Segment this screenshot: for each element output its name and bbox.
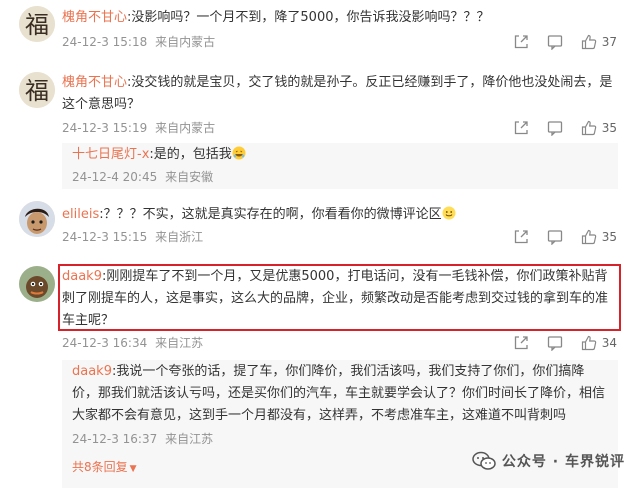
avatar-glyph: 福 [25, 77, 49, 105]
caret-down-icon: ▼ [129, 464, 137, 474]
comment-icon[interactable] [547, 335, 563, 351]
like-count: 37 [601, 35, 617, 49]
grinning-emoji-icon [442, 206, 456, 220]
avatar[interactable]: 福 [19, 6, 55, 42]
reply-block: 十七日尾灯-x:是的，包括我 24-12-4 20:45 来自安徽 [62, 143, 618, 189]
share-icon[interactable] [513, 34, 529, 50]
share-icon[interactable] [513, 229, 529, 245]
comment-meta: 24-12-3 16:34 来自江苏 [62, 335, 203, 351]
comment-time: 24-12-3 15:15 [62, 230, 148, 244]
reply-location: 来自江苏 [165, 432, 214, 446]
reply-username[interactable]: daak9 [72, 364, 112, 379]
comment-text: elileis:？？？不实，这就是真实存在的啊，你看看你的微博评论区 [62, 204, 617, 226]
comment-username[interactable]: elileis [62, 207, 99, 222]
watermark: 公众号 · 车界锐评 [472, 451, 625, 471]
like-icon[interactable] [581, 229, 597, 245]
comment-username[interactable]: 槐角不甘心 [62, 75, 127, 90]
share-icon[interactable] [513, 120, 529, 136]
reply-content: :我说一个夸张的话，提了车，你们降价，我们活该吗，我们支持了你们，你们搞降价，那… [72, 364, 606, 423]
comment-meta: 24-12-3 15:19 来自内蒙古 [62, 120, 215, 136]
comment-meta: 24-12-3 15:18 来自内蒙古 [62, 34, 215, 50]
avatar[interactable]: 福 [19, 72, 55, 108]
avatar-glyph: 福 [25, 11, 49, 39]
comment-location: 来自内蒙古 [155, 121, 216, 135]
like-count: 35 [601, 121, 617, 135]
reply-content: :是的，包括我 [149, 147, 232, 162]
comment-content: :没影响吗？一个月不到，降了5000，你告诉我没影响吗？？？ [127, 10, 490, 25]
share-icon[interactable] [513, 335, 529, 351]
avatar[interactable] [19, 201, 55, 237]
comment-text: 槐角不甘心:没影响吗？一个月不到，降了5000，你告诉我没影响吗？？？ [62, 7, 617, 29]
comment-content: :？？？不实，这就是真实存在的啊，你看看你的微博评论区 [99, 207, 442, 222]
comment-icon[interactable] [547, 229, 563, 245]
comment-text: 槐角不甘心:没交钱的就是宝贝，交了钱的就是孙子。反正已经赚到手了，降价他也没处闹… [62, 72, 617, 116]
laughing-emoji-icon [232, 146, 246, 160]
comment-time: 24-12-3 15:19 [62, 121, 148, 135]
like-icon[interactable] [581, 120, 597, 136]
comment-icon[interactable] [547, 34, 563, 50]
comment-actions: 37 [495, 33, 617, 51]
highlight-box [58, 264, 621, 331]
more-replies-link[interactable]: 共8条回复 ▼ [72, 459, 137, 477]
comment-username[interactable]: 槐角不甘心 [62, 10, 127, 25]
reply-username[interactable]: 十七日尾灯-x [72, 147, 149, 162]
comment-time: 24-12-3 15:18 [62, 35, 148, 49]
comment-actions: 34 [495, 334, 617, 352]
watermark-text: 公众号 · 车界锐评 [501, 454, 625, 470]
reply-text: daak9:我说一个夸张的话，提了车，你们降价，我们活该吗，我们支持了你们，你们… [72, 361, 610, 427]
comment-actions: 35 [495, 228, 617, 246]
comment-content: :没交钱的就是宝贝，交了钱的就是孙子。反正已经赚到手了，降价他也没处闹去，是这个… [62, 75, 613, 112]
avatar[interactable] [19, 266, 55, 302]
like-icon[interactable] [581, 34, 597, 50]
comment-location: 来自江苏 [155, 336, 204, 350]
comment-time: 24-12-3 16:34 [62, 336, 148, 350]
comment-location: 来自内蒙古 [155, 35, 216, 49]
like-count: 34 [601, 336, 617, 350]
reply-meta: 24-12-3 16:37 来自江苏 [72, 431, 213, 447]
comment-location: 来自浙江 [155, 230, 204, 244]
wechat-icon [472, 451, 496, 471]
comment-actions: 35 [495, 119, 617, 137]
like-icon[interactable] [581, 335, 597, 351]
more-replies-label: 共8条回复 [72, 460, 128, 474]
comment-icon[interactable] [547, 120, 563, 136]
like-count: 35 [601, 230, 617, 244]
reply-text: 十七日尾灯-x:是的，包括我 [72, 144, 610, 166]
reply-meta: 24-12-4 20:45 来自安徽 [72, 169, 213, 185]
reply-time: 24-12-4 20:45 [72, 170, 158, 184]
reply-time: 24-12-3 16:37 [72, 432, 158, 446]
reply-location: 来自安徽 [165, 170, 214, 184]
comment-meta: 24-12-3 15:15 来自浙江 [62, 229, 203, 245]
